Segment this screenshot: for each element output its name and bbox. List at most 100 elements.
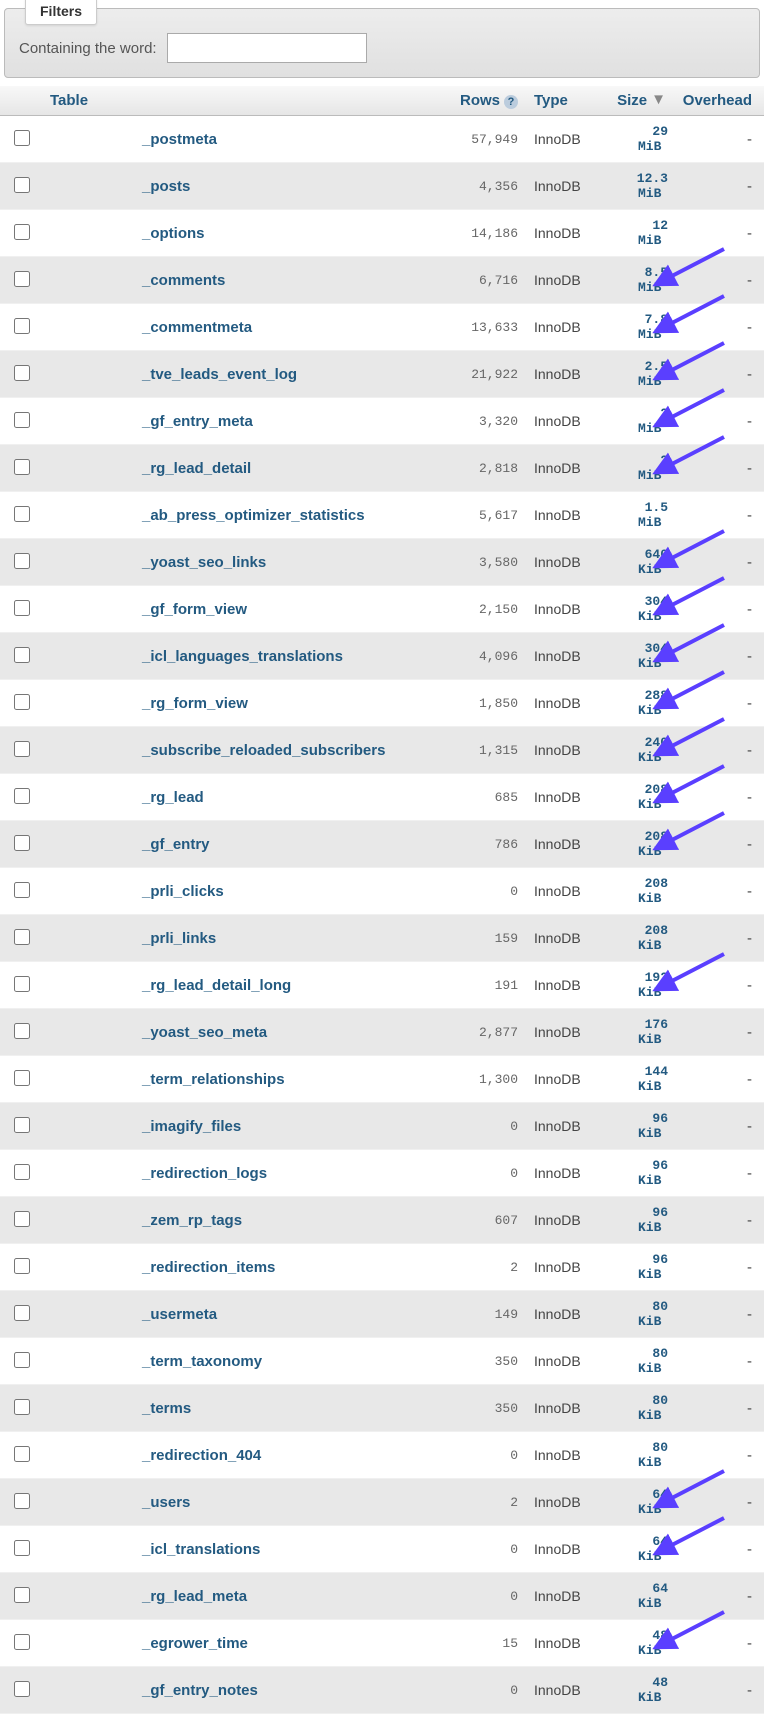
table-name-link[interactable]: _term_taxonomy [142, 1353, 262, 1370]
table-name-link[interactable]: _rg_lead_detail_long [142, 977, 291, 994]
table-row: _terms 350 InnoDB 80KiB - [0, 1385, 764, 1432]
row-type: InnoDB [526, 586, 596, 633]
row-checkbox[interactable] [14, 882, 30, 898]
table-row: _icl_languages_translations 4,096 InnoDB… [0, 633, 764, 680]
table-name-link[interactable]: _redirection_items [142, 1259, 275, 1276]
row-checkbox[interactable] [14, 1211, 30, 1227]
row-overhead: - [674, 821, 764, 868]
table-name-link[interactable]: _comments [142, 272, 225, 289]
table-name-link[interactable]: _commentmeta [142, 319, 252, 336]
row-checkbox[interactable] [14, 1023, 30, 1039]
table-name-link[interactable]: _prli_links [142, 930, 216, 947]
table-name-link[interactable]: _rg_lead [142, 789, 204, 806]
row-checkbox[interactable] [14, 1399, 30, 1415]
row-checkbox[interactable] [14, 600, 30, 616]
row-type: InnoDB [526, 1573, 596, 1620]
table-name-link[interactable]: _term_relationships [142, 1071, 285, 1088]
table-name-link[interactable]: _gf_entry_meta [142, 413, 253, 430]
table-name-link[interactable]: _tve_leads_event_log [142, 366, 297, 383]
row-checkbox[interactable] [14, 1634, 30, 1650]
header-table[interactable]: Table [44, 86, 442, 116]
row-checkbox[interactable] [14, 1258, 30, 1274]
table-name-link[interactable]: _users [142, 1494, 190, 1511]
row-checkbox[interactable] [14, 694, 30, 710]
table-name-link[interactable]: _rg_form_view [142, 695, 248, 712]
table-name-link[interactable]: _zem_rp_tags [142, 1212, 242, 1229]
table-name-link[interactable]: _gf_entry_notes [142, 1682, 258, 1699]
row-checkbox[interactable] [14, 647, 30, 663]
containing-word-input[interactable] [167, 33, 367, 63]
row-size: 208KiB [596, 774, 674, 821]
row-checkbox[interactable] [14, 929, 30, 945]
table-name-link[interactable]: _egrower_time [142, 1635, 248, 1652]
table-name-link[interactable]: _yoast_seo_links [142, 554, 266, 571]
row-checkbox[interactable] [14, 553, 30, 569]
table-name-link[interactable]: _usermeta [142, 1306, 217, 1323]
row-type: InnoDB [526, 868, 596, 915]
header-type[interactable]: Type [526, 86, 596, 116]
table-row: _term_relationships 1,300 InnoDB 144KiB … [0, 1056, 764, 1103]
row-checkbox[interactable] [14, 1117, 30, 1133]
row-checkbox[interactable] [14, 976, 30, 992]
row-checkbox[interactable] [14, 741, 30, 757]
row-checkbox[interactable] [14, 271, 30, 287]
table-name-link[interactable]: _icl_languages_translations [142, 648, 343, 665]
row-checkbox[interactable] [14, 130, 30, 146]
row-checkbox[interactable] [14, 459, 30, 475]
header-overhead[interactable]: Overhead [674, 86, 764, 116]
row-checkbox[interactable] [14, 412, 30, 428]
table-row: _zem_rp_tags 607 InnoDB 96KiB - [0, 1197, 764, 1244]
annotation-arrow-icon [664, 1630, 726, 1644]
table-name-link[interactable]: _options [142, 225, 205, 242]
row-checkbox[interactable] [14, 365, 30, 381]
annotation-arrow-icon [664, 361, 726, 375]
row-checkbox[interactable] [14, 1305, 30, 1321]
row-checkbox[interactable] [14, 224, 30, 240]
row-checkbox[interactable] [14, 1681, 30, 1697]
header-rows[interactable]: Rows? [442, 86, 526, 116]
row-checkbox[interactable] [14, 1587, 30, 1603]
table-name-link[interactable]: _posts [142, 178, 190, 195]
table-name-link[interactable]: _ab_press_optimizer_statistics [142, 507, 365, 524]
row-size: 176KiB [596, 1009, 674, 1056]
table-name-link[interactable]: _gf_form_view [142, 601, 247, 618]
row-count: 607 [442, 1197, 526, 1244]
annotation-arrow-icon [664, 784, 726, 798]
row-overhead: - [674, 633, 764, 680]
row-type: InnoDB [526, 1291, 596, 1338]
row-size: 288KiB [596, 680, 674, 727]
table-name-link[interactable]: _redirection_404 [142, 1447, 261, 1464]
row-checkbox[interactable] [14, 788, 30, 804]
row-checkbox[interactable] [14, 1446, 30, 1462]
row-overhead: - [674, 351, 764, 398]
row-overhead: - [674, 1385, 764, 1432]
table-name-link[interactable]: _subscribe_reloaded_subscribers [142, 742, 385, 759]
table-name-link[interactable]: _gf_entry [142, 836, 210, 853]
table-name-link[interactable]: _terms [142, 1400, 191, 1417]
table-row: _rg_lead_detail_long 191 InnoDB 192KiB - [0, 962, 764, 1009]
annotation-arrow-icon [664, 314, 726, 328]
row-checkbox[interactable] [14, 318, 30, 334]
row-checkbox[interactable] [14, 1493, 30, 1509]
table-name-link[interactable]: _redirection_logs [142, 1165, 267, 1182]
row-checkbox[interactable] [14, 1070, 30, 1086]
table-name-link[interactable]: _rg_lead_meta [142, 1588, 247, 1605]
table-name-link[interactable]: _imagify_files [142, 1118, 241, 1135]
row-checkbox[interactable] [14, 1352, 30, 1368]
row-checkbox[interactable] [14, 1164, 30, 1180]
row-type: InnoDB [526, 1620, 596, 1667]
table-name-link[interactable]: _icl_translations [142, 1541, 260, 1558]
row-count: 159 [442, 915, 526, 962]
row-count: 191 [442, 962, 526, 1009]
table-name-link[interactable]: _rg_lead_detail [142, 460, 251, 477]
table-name-link[interactable]: _prli_clicks [142, 883, 224, 900]
row-checkbox[interactable] [14, 177, 30, 193]
row-checkbox[interactable] [14, 1540, 30, 1556]
row-checkbox[interactable] [14, 835, 30, 851]
help-icon[interactable]: ? [504, 95, 518, 109]
row-checkbox[interactable] [14, 506, 30, 522]
table-name-link[interactable]: _yoast_seo_meta [142, 1024, 267, 1041]
row-count: 0 [442, 868, 526, 915]
table-name-link[interactable]: _postmeta [142, 131, 217, 148]
header-size[interactable]: Size▼ [596, 86, 674, 116]
